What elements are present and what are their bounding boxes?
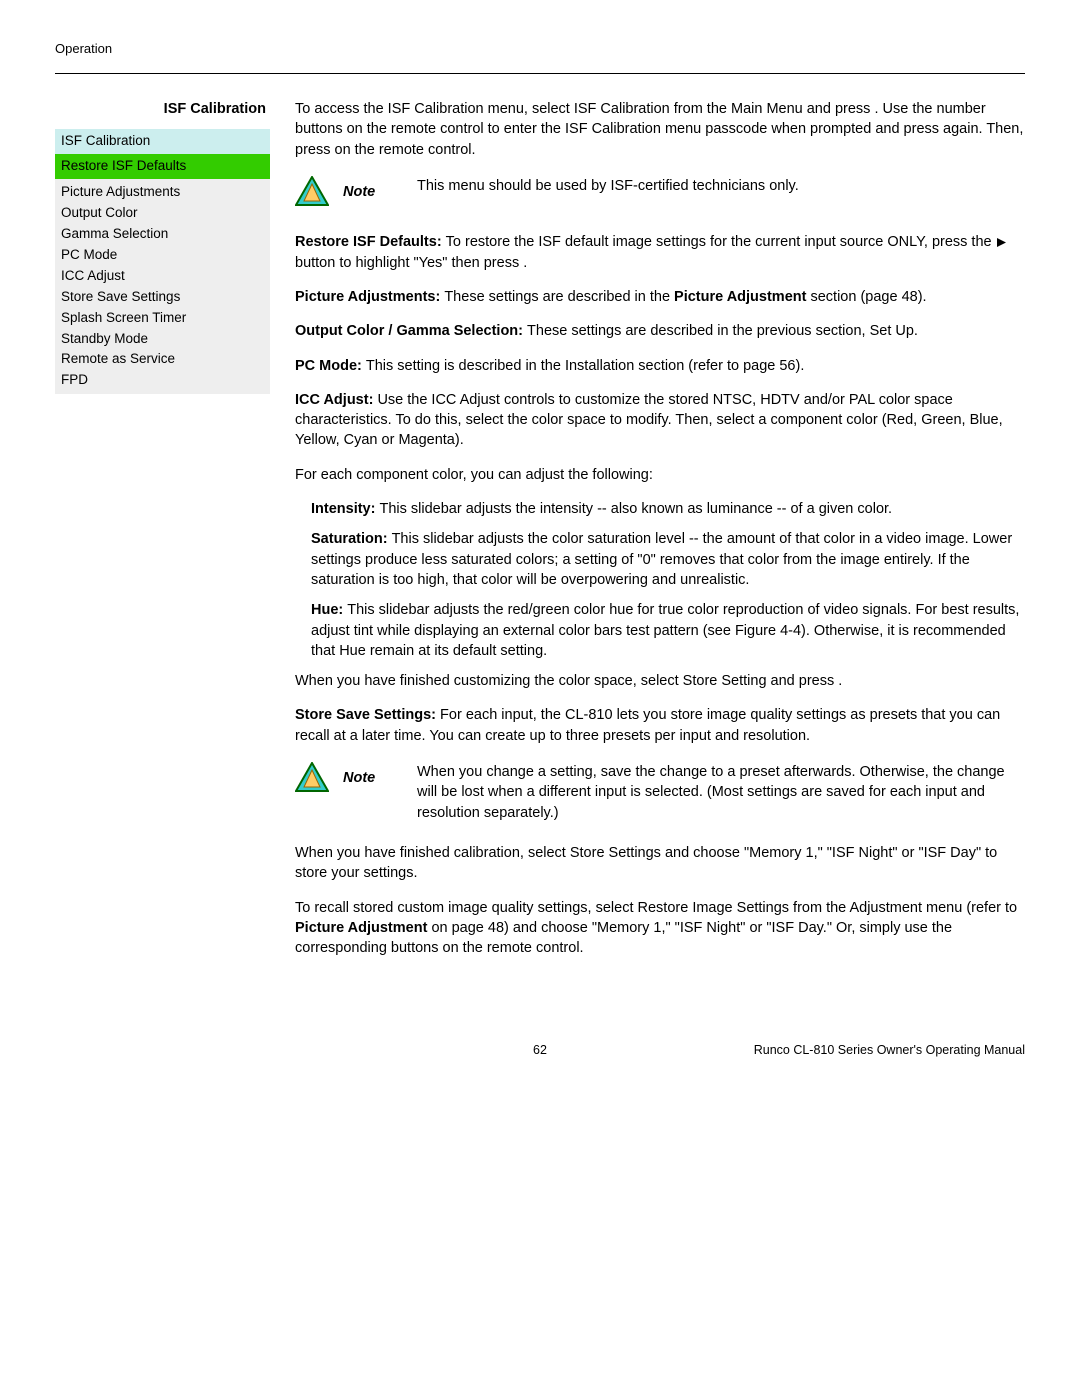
label: Restore ISF Defaults:: [295, 234, 446, 250]
menu-item: Standby Mode: [61, 329, 264, 350]
output-paragraph: Output Color / Gamma Selection: These se…: [295, 321, 1025, 341]
text: These settings are described in the prev…: [527, 323, 918, 339]
note-block: Note This menu should be used by ISF-cer…: [295, 176, 1025, 212]
saturation-paragraph: Saturation: This slidebar adjusts the co…: [311, 529, 1025, 590]
main-content: To access the ISF Calibration menu, sele…: [295, 99, 1025, 972]
restore-paragraph: Restore ISF Defaults: To restore the ISF…: [295, 232, 1025, 273]
menu-active-item: Restore ISF Defaults: [55, 154, 270, 179]
page-header: Operation: [55, 40, 1025, 74]
menu-item: ICC Adjust: [61, 266, 264, 287]
label: PC Mode:: [295, 358, 366, 374]
text: button to highlight "Yes" then press: [295, 255, 523, 271]
bold-ref: Picture Adjustment: [295, 920, 427, 936]
note-label: Note: [343, 762, 403, 788]
menu-item: Remote as Service: [61, 349, 264, 370]
text: Use the ICC Adjust controls to customize…: [295, 392, 1003, 449]
text: This slidebar adjusts the intensity -- a…: [379, 501, 892, 517]
label: Picture Adjustments:: [295, 289, 444, 305]
text: When you have finished customizing the c…: [295, 673, 838, 689]
menu-header: ISF Calibration: [55, 129, 270, 154]
menu-item: Picture Adjustments: [61, 182, 264, 203]
warning-triangle-icon: [295, 762, 329, 798]
text: To access the ISF Calibration menu, sele…: [295, 101, 874, 117]
label: Saturation:: [311, 531, 392, 547]
sidebar: ISF Calibration ISF Calibration Restore …: [55, 99, 270, 972]
intro-paragraph: To access the ISF Calibration menu, sele…: [295, 99, 1025, 160]
note-label: Note: [343, 176, 403, 202]
label: Hue:: [311, 602, 347, 618]
finished-cal-paragraph: When you have finished calibration, sele…: [295, 843, 1025, 884]
menu-item: FPD: [61, 370, 264, 391]
note-text: This menu should be used by ISF-certifie…: [417, 176, 1025, 196]
each-comp: For each component color, you can adjust…: [295, 465, 1025, 485]
text: This slidebar adjusts the color saturati…: [311, 531, 1012, 588]
recall-paragraph: To recall stored custom image quality se…: [295, 898, 1025, 959]
section-label: Operation: [55, 41, 112, 56]
text: These settings are described in the: [444, 289, 674, 305]
menu-box: ISF Calibration Restore ISF Defaults Pic…: [55, 129, 270, 394]
label: Store Save Settings:: [295, 707, 440, 723]
text: To restore the ISF default image setting…: [446, 234, 996, 250]
play-right-icon: [996, 234, 1007, 250]
manual-title: Runco CL-810 Series Owner's Operating Ma…: [754, 1042, 1025, 1060]
note-block: Note When you change a setting, save the…: [295, 762, 1025, 823]
text: To recall stored custom image quality se…: [295, 900, 1017, 916]
store-save-paragraph: Store Save Settings: For each input, the…: [295, 705, 1025, 746]
bold-ref: Picture Adjustment: [674, 289, 806, 305]
warning-triangle-icon: [295, 176, 329, 212]
finished-color-paragraph: When you have finished customizing the c…: [295, 671, 1025, 691]
pcmode-paragraph: PC Mode: This setting is described in th…: [295, 356, 1025, 376]
picture-adj-paragraph: Picture Adjustments: These settings are …: [295, 287, 1025, 307]
label: Output Color / Gamma Selection:: [295, 323, 527, 339]
intensity-paragraph: Intensity: This slidebar adjusts the int…: [311, 499, 1025, 519]
menu-item: Store Save Settings: [61, 287, 264, 308]
hue-paragraph: Hue: This slidebar adjusts the red/green…: [311, 600, 1025, 661]
note-text: When you change a setting, save the chan…: [417, 762, 1025, 823]
text: on the remote control.: [335, 142, 476, 158]
page-number: 62: [533, 1042, 547, 1060]
menu-item: Output Color: [61, 203, 264, 224]
sidebar-title: ISF Calibration: [55, 99, 270, 119]
text: section (page 48).: [810, 289, 926, 305]
label: Intensity:: [311, 501, 379, 517]
text: This slidebar adjusts the red/green colo…: [311, 602, 1019, 659]
icc-paragraph: ICC Adjust: Use the ICC Adjust controls …: [295, 390, 1025, 451]
menu-item: Gamma Selection: [61, 224, 264, 245]
page-footer: 62 Runco CL-810 Series Owner's Operating…: [55, 1042, 1025, 1062]
label: ICC Adjust:: [295, 392, 377, 408]
menu-item: PC Mode: [61, 245, 264, 266]
menu-item: Splash Screen Timer: [61, 308, 264, 329]
text: This setting is described in the Install…: [366, 358, 804, 374]
